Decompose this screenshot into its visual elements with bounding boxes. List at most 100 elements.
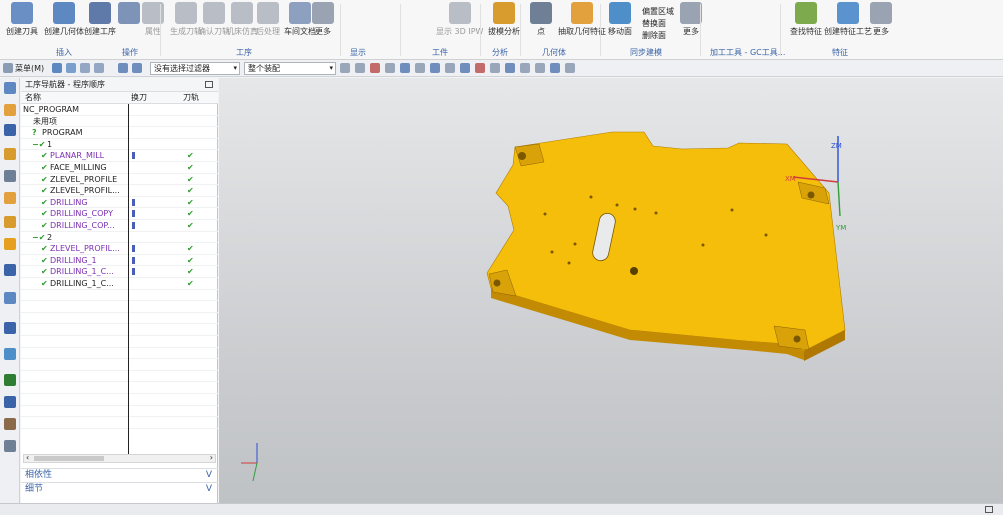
ribbon-button[interactable]: 显示 3D IPW — [436, 2, 483, 37]
tree-row[interactable]: ✔ DRILLING_1_C... ✔ — [21, 266, 218, 278]
tree-node-label[interactable]: DRILLING_1_C... — [50, 266, 114, 278]
resource-bar-icon[interactable] — [4, 322, 16, 334]
tree-row[interactable]: 未用项 — [21, 116, 218, 128]
resource-bar-icon[interactable] — [4, 82, 16, 94]
select-icon[interactable] — [52, 63, 62, 73]
ribbon-group-label[interactable]: 操作 — [122, 47, 138, 58]
tree-row[interactable]: ✔ FACE_MILLING ✔ — [21, 162, 218, 174]
ribbon-button[interactable]: 创建特征工艺 — [824, 2, 872, 37]
toolbar-icon[interactable] — [370, 63, 380, 73]
tree-row[interactable]: ✔ ZLEVEL_PROFIL... ✔ — [21, 185, 218, 197]
toolbar-icon[interactable] — [505, 63, 515, 73]
tree-node-label[interactable]: 2 — [47, 232, 52, 244]
tree-node-label[interactable]: ZLEVEL_PROFILE — [50, 174, 117, 186]
tree-node-label[interactable]: DRILLING_1 — [50, 255, 97, 267]
tree-node-label[interactable]: DRILLING_COPY — [50, 208, 113, 220]
column-tool-change[interactable]: 换刀 — [131, 92, 147, 104]
resource-bar-icon[interactable] — [4, 418, 16, 430]
ribbon-group-label[interactable]: 分析 — [492, 47, 508, 58]
restore-icon[interactable] — [205, 81, 213, 88]
toolbar-icon[interactable] — [415, 63, 425, 73]
toolbar-icon[interactable] — [355, 63, 365, 73]
ribbon-group-label[interactable]: 几何体 — [542, 47, 566, 58]
scrollbar-thumb[interactable] — [34, 456, 104, 461]
ribbon-group-label[interactable]: 显示 — [350, 47, 366, 58]
part-model-canvas[interactable]: ZM XM YM — [219, 78, 1003, 503]
ribbon-group-label[interactable]: 工件 — [432, 47, 448, 58]
filter-icon[interactable] — [118, 63, 128, 73]
ribbon-button[interactable]: 创建刀具 — [6, 2, 38, 37]
ribbon-small-button[interactable]: 删除面 — [642, 30, 666, 41]
tree-node-label[interactable]: NC_PROGRAM — [23, 104, 79, 116]
tree-node-label[interactable]: DRILLING_1_C... — [50, 278, 114, 290]
menu-button[interactable]: 菜单(M) — [15, 62, 44, 75]
tree-row[interactable]: −✔ 1 — [21, 139, 218, 151]
dependencies-panel[interactable]: 相依性 V — [21, 468, 218, 481]
ribbon-button[interactable]: 更多 — [680, 2, 702, 37]
tree-row[interactable]: ✔ DRILLING_1 ✔ — [21, 255, 218, 267]
resource-bar-icon[interactable] — [4, 216, 16, 228]
tree-row[interactable]: −✔ 2 — [21, 232, 218, 244]
resource-bar-icon[interactable] — [4, 264, 16, 276]
ribbon-button[interactable]: 移动面 — [608, 2, 632, 37]
toolbar-icon[interactable] — [550, 63, 560, 73]
tree-row[interactable]: ✔ PLANAR_MILL ✔ — [21, 150, 218, 162]
tree-row[interactable]: ✔ ZLEVEL_PROFILE ✔ — [21, 174, 218, 186]
toolbar-icon[interactable] — [535, 63, 545, 73]
column-divider[interactable] — [128, 104, 129, 454]
toolbar-icon[interactable] — [430, 63, 440, 73]
column-toolpath[interactable]: 刀轨 — [183, 92, 199, 104]
select-icon[interactable] — [66, 63, 76, 73]
tree-row[interactable]: ✔ DRILLING ✔ — [21, 197, 218, 209]
fullscreen-icon[interactable] — [985, 506, 993, 513]
resource-bar-icon[interactable] — [4, 124, 16, 136]
toolbar-icon[interactable] — [520, 63, 530, 73]
horizontal-scrollbar[interactable]: ‹ › — [23, 453, 216, 463]
ribbon-button[interactable]: 查找特征 — [790, 2, 822, 37]
toolbar-icon[interactable] — [385, 63, 395, 73]
toolbar-icon[interactable] — [340, 63, 350, 73]
tree-node-label[interactable]: PLANAR_MILL — [50, 150, 104, 162]
resource-bar-icon[interactable] — [4, 170, 16, 182]
resource-bar-icon[interactable] — [4, 148, 16, 160]
selection-filter-dropdown[interactable]: 没有选择过滤器 ▾ — [150, 62, 240, 75]
tree-row[interactable]: NC_PROGRAM — [21, 104, 218, 116]
ribbon-button[interactable] — [118, 2, 140, 26]
ribbon-small-button[interactable]: 偏置区域 — [642, 6, 674, 17]
resource-bar-icon[interactable] — [4, 348, 16, 360]
tree-row[interactable]: ✔ DRILLING_COP... ✔ — [21, 220, 218, 232]
ribbon-group-label[interactable]: 同步建模 — [630, 47, 662, 58]
ribbon-group-label[interactable]: 插入 — [56, 47, 72, 58]
column-name[interactable]: 名称 — [25, 92, 41, 104]
tree-row[interactable]: ✔ ZLEVEL_PROFIL... ✔ — [21, 243, 218, 255]
ribbon-button[interactable]: 更多 — [312, 2, 334, 37]
details-panel[interactable]: 细节 V — [21, 482, 218, 495]
ribbon-button[interactable]: 点 — [530, 2, 552, 37]
ribbon-button[interactable]: 抽取几何特征 — [558, 2, 606, 37]
ribbon-group-label[interactable]: 加工工具 - GC工具... — [710, 47, 785, 58]
graphics-viewport[interactable]: ZM XM YM — [219, 78, 1003, 503]
resource-bar-icon[interactable] — [4, 396, 16, 408]
ribbon-button[interactable]: 机床仿真 — [226, 2, 258, 37]
select-icon[interactable] — [80, 63, 90, 73]
toolbar-icon[interactable] — [460, 63, 470, 73]
tree-node-label[interactable]: DRILLING_COP... — [50, 220, 115, 232]
tree-node-label[interactable]: FACE_MILLING — [50, 162, 107, 174]
resource-bar-icon[interactable] — [4, 374, 16, 386]
ribbon-button[interactable]: 更多 — [870, 2, 892, 37]
tree-node-label[interactable]: PROGRAM — [42, 127, 83, 139]
toolbar-icon[interactable] — [490, 63, 500, 73]
resource-bar-icon[interactable] — [4, 192, 16, 204]
tree-node-label[interactable]: ZLEVEL_PROFIL... — [50, 185, 120, 197]
ribbon-button[interactable]: 后处理 — [256, 2, 280, 37]
tree-node-label[interactable]: 1 — [47, 139, 52, 151]
ribbon-button[interactable]: 拔模分析 — [488, 2, 520, 37]
toolbar-icon[interactable] — [400, 63, 410, 73]
tree-row[interactable]: ✔ DRILLING_1_C... ✔ — [21, 278, 218, 290]
ribbon-group-label[interactable]: 特征 — [832, 47, 848, 58]
resource-bar-icon[interactable] — [4, 292, 16, 304]
resource-bar-icon[interactable] — [4, 104, 16, 116]
scroll-right-icon[interactable]: › — [210, 453, 213, 462]
ribbon-button[interactable]: 创建工序 — [84, 2, 116, 37]
toolbar-icon[interactable] — [565, 63, 575, 73]
